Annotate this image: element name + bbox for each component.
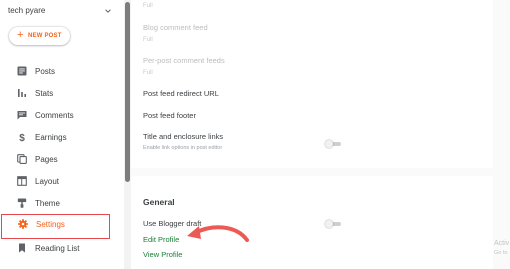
sidebar: tech pyare + NEW POST Posts Stats Commen… [0,0,124,269]
title-enclosure-links-hint: Enable link options in post editor [143,145,223,151]
bookmark-icon [19,243,25,253]
annotation-arrow-icon [187,225,249,242]
feed-settings-card: Full Blog comment feed Full Per-post com… [131,0,493,168]
layout-icon [17,176,27,186]
sidebar-scrollbar-thumb[interactable] [125,2,130,182]
per-post-comment-feeds-value: Full [143,70,153,76]
sidebar-item-label: Reading List [35,244,80,253]
posts-icon [17,66,27,76]
sidebar-item-earnings[interactable]: $ Earnings [0,127,124,149]
sidebar-item-reading-list[interactable]: Reading List [0,238,124,260]
title-enclosure-links-toggle[interactable] [325,140,343,148]
toggle-knob [325,140,333,148]
comments-icon [17,111,27,120]
pages-icon [17,154,27,164]
toggle-knob [325,220,333,228]
sidebar-item-layout[interactable]: Layout [0,171,124,193]
blog-comment-feed-setting[interactable]: Blog comment feed [143,23,208,32]
dollar-icon: $ [19,133,25,142]
per-post-comment-feeds-setting[interactable]: Per-post comment feeds [143,56,225,65]
sidebar-item-theme[interactable]: Theme [0,193,124,215]
sidebar-item-label: Comments [35,111,74,120]
plus-icon: + [17,29,24,41]
sidebar-item-label: Pages [35,155,58,164]
blog-comment-feed-value: Full [143,37,153,43]
sidebar-item-settings[interactable]: Settings [1,214,110,239]
chevron-down-icon [105,9,111,13]
title-enclosure-links-setting: Title and enclosure links [143,132,224,141]
general-section-title: General [143,197,175,207]
svg-text:$: $ [19,133,25,142]
edit-profile-link[interactable]: Edit Profile [143,235,179,244]
sidebar-item-label: Settings [36,220,65,229]
sidebar-item-pages[interactable]: Pages [0,149,124,171]
sidebar-item-posts[interactable]: Posts [0,61,124,83]
stats-icon [18,89,26,97]
blog-switcher[interactable]: tech pyare [8,3,114,19]
gear-icon [18,219,28,229]
activation-watermark-line2: Go to [494,250,508,256]
theme-icon [17,198,27,208]
sidebar-item-label: Stats [35,89,54,98]
new-post-button[interactable]: + NEW POST [9,27,70,45]
new-post-label: NEW POST [28,33,62,39]
post-feed-redirect-url-setting[interactable]: Post feed redirect URL [143,89,219,98]
use-blogger-draft-toggle[interactable] [325,220,343,228]
sidebar-item-stats[interactable]: Stats [0,83,124,105]
sidebar-item-label: Theme [35,199,60,208]
sidebar-item-label: Earnings [35,133,67,142]
sidebar-item-label: Posts [35,67,56,76]
post-feed-value: Full [143,3,153,9]
blog-name: tech pyare [8,6,46,15]
activation-watermark-line1: Activ [494,240,510,247]
post-feed-footer-setting[interactable]: Post feed footer [143,111,196,120]
sidebar-item-comments[interactable]: Comments [0,105,124,127]
view-profile-link[interactable]: View Profile [143,250,182,259]
sidebar-item-label: Layout [35,177,60,186]
